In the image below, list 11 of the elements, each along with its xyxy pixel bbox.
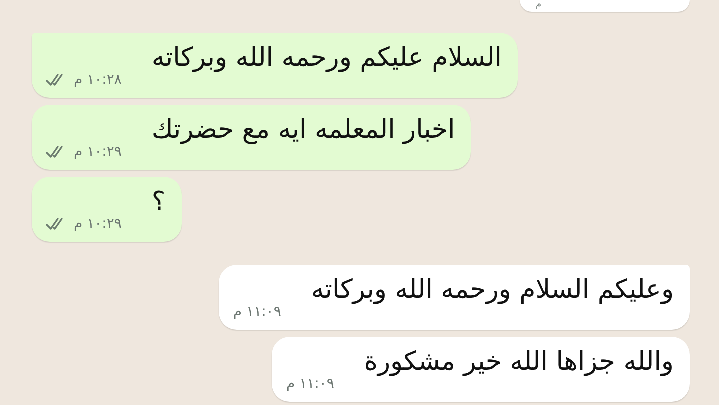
message-time: ١٠:٢٩ م	[74, 144, 122, 160]
message-text: ؟	[152, 186, 166, 219]
message-text: والله جزاها الله خير مشكورة	[364, 346, 674, 379]
message-text: السلام عليكم ورحمه الله وبركاته	[152, 42, 502, 75]
message-time: ١٠:٢٩ م	[74, 216, 122, 232]
message-time: ١١:٠٩ م	[286, 376, 334, 392]
message-text: وعليكم السلام ورحمه الله وبركاته	[311, 274, 674, 307]
message-time: م	[536, 1, 542, 10]
message-time: ١٠:٢٨ م	[74, 72, 122, 88]
message-time: ١١:٠٩ م	[233, 304, 282, 320]
message-text: اخبار المعلمه ايه مع حضرتك	[152, 114, 456, 147]
